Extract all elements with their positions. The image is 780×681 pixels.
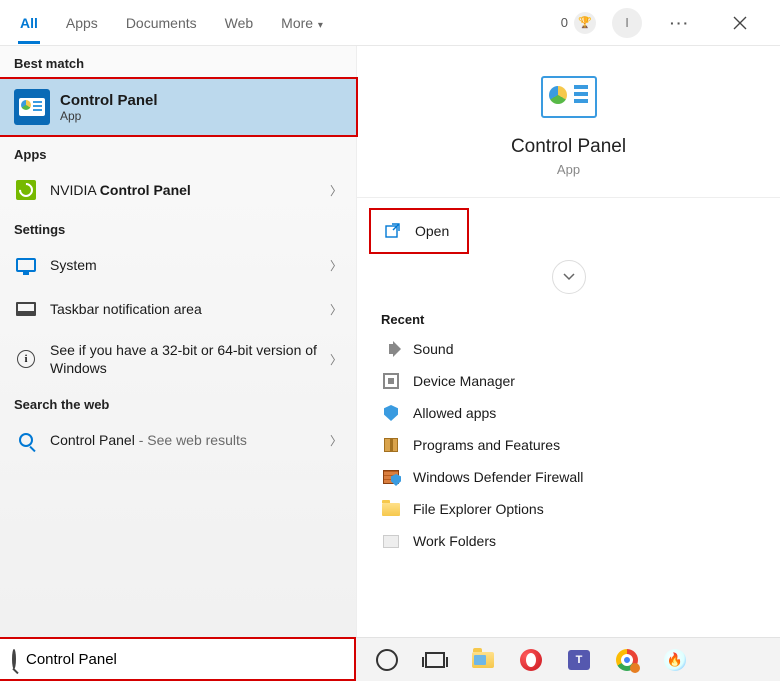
taskbar-icon [14, 297, 38, 321]
recent-programs-features[interactable]: Programs and Features [369, 429, 768, 461]
rewards-points[interactable]: 0 🏆 [561, 12, 596, 34]
taskbar-taskview[interactable] [414, 642, 456, 678]
nvidia-icon [14, 178, 38, 202]
chevron-down-icon: ▾ [315, 20, 323, 31]
opera-icon [520, 649, 542, 671]
tab-all[interactable]: All [18, 3, 40, 43]
open-label: Open [415, 223, 449, 239]
best-match-text: Control Panel App [60, 92, 158, 123]
box-icon [381, 435, 401, 455]
recent-item-label: File Explorer Options [413, 501, 544, 517]
recent-list: Sound Device Manager Allowed apps Progra… [357, 333, 780, 557]
recent-sound[interactable]: Sound [369, 333, 768, 365]
taskbar: T [356, 637, 780, 681]
search-icon [12, 651, 16, 667]
preview-header: Control Panel App [357, 66, 780, 198]
taskbar-paint[interactable] [654, 642, 696, 678]
file-explorer-icon [472, 652, 494, 668]
monitor-icon [14, 253, 38, 277]
control-panel-icon [14, 89, 50, 125]
app-nvidia-control-panel[interactable]: NVIDIA Control Panel 〉 [0, 168, 356, 212]
taskview-icon [425, 652, 445, 668]
search-window: All Apps Documents Web More ▾ 0 🏆 I ··· … [0, 0, 780, 681]
chevron-right-icon: 〉 [330, 432, 342, 449]
recent-item-label: Work Folders [413, 533, 496, 549]
recent-item-label: Windows Defender Firewall [413, 469, 583, 485]
recent-allowed-apps[interactable]: Allowed apps [369, 397, 768, 429]
tab-more[interactable]: More ▾ [279, 3, 325, 43]
folder-icon [381, 499, 401, 519]
best-match-label: Best match [0, 46, 356, 77]
more-options-icon[interactable]: ··· [658, 1, 702, 45]
chip-icon [381, 371, 401, 391]
search-icon [14, 428, 38, 452]
apps-label: Apps [0, 137, 356, 168]
preview-pane: Control Panel App Open Recent Sound Devi… [356, 46, 780, 681]
taskbar-opera[interactable] [510, 642, 552, 678]
taskbar-chrome[interactable] [606, 642, 648, 678]
folder-icon [381, 531, 401, 551]
recent-defender-firewall[interactable]: Windows Defender Firewall [369, 461, 768, 493]
best-match-result[interactable]: Control Panel App [0, 77, 358, 137]
header-bar: All Apps Documents Web More ▾ 0 🏆 I ··· [0, 0, 780, 46]
recent-item-label: Programs and Features [413, 437, 560, 453]
best-match-subtitle: App [60, 109, 158, 123]
header-right: 0 🏆 I ··· [561, 1, 762, 45]
recent-file-explorer-options[interactable]: File Explorer Options [369, 493, 768, 525]
preview-title: Control Panel [511, 136, 626, 158]
setting-label: Taskbar notification area [50, 301, 322, 317]
results-pane: Best match Control Panel App Apps NVIDIA… [0, 46, 356, 681]
user-avatar[interactable]: I [612, 8, 642, 38]
settings-label: Settings [0, 212, 356, 243]
paint-icon [664, 649, 686, 671]
search-input[interactable] [26, 651, 342, 668]
body: Best match Control Panel App Apps NVIDIA… [0, 46, 780, 681]
recent-label: Recent [357, 300, 780, 333]
speaker-icon [381, 339, 401, 359]
chevron-right-icon: 〉 [330, 257, 342, 274]
recent-item-label: Device Manager [413, 373, 515, 389]
setting-label: System [50, 257, 322, 273]
trophy-icon: 🏆 [574, 12, 596, 34]
chevron-right-icon: 〉 [330, 182, 342, 199]
search-bar[interactable] [0, 637, 356, 681]
taskbar-explorer[interactable] [462, 642, 504, 678]
control-panel-icon [541, 76, 597, 118]
info-icon: i [14, 347, 38, 371]
filter-tabs: All Apps Documents Web More ▾ [18, 3, 325, 43]
search-web-label: Search the web [0, 387, 356, 418]
best-match-title: Control Panel [60, 92, 158, 109]
chevron-right-icon: 〉 [330, 351, 342, 368]
recent-work-folders[interactable]: Work Folders [369, 525, 768, 557]
web-search-control-panel[interactable]: Control Panel - See web results 〉 [0, 418, 356, 462]
recent-device-manager[interactable]: Device Manager [369, 365, 768, 397]
chevron-right-icon: 〉 [330, 301, 342, 318]
app-label: NVIDIA Control Panel [50, 182, 322, 198]
close-icon[interactable] [718, 1, 762, 45]
setting-32-64-bit[interactable]: i See if you have a 32-bit or 64-bit ver… [0, 331, 356, 387]
taskbar-cortana[interactable] [366, 642, 408, 678]
setting-taskbar-notification[interactable]: Taskbar notification area 〉 [0, 287, 356, 331]
tab-documents[interactable]: Documents [124, 3, 199, 43]
chevron-down-icon[interactable] [552, 260, 586, 294]
setting-system[interactable]: System 〉 [0, 243, 356, 287]
shield-icon [381, 403, 401, 423]
firewall-icon [381, 467, 401, 487]
points-value: 0 [561, 15, 568, 30]
chrome-icon [616, 649, 638, 671]
tab-web[interactable]: Web [223, 3, 256, 43]
expand-actions [357, 254, 780, 300]
web-label: Control Panel - See web results [50, 432, 322, 448]
open-icon [381, 219, 405, 243]
teams-icon: T [568, 650, 590, 670]
preview-subtitle: App [557, 162, 580, 177]
cortana-icon [376, 649, 398, 671]
setting-label: See if you have a 32-bit or 64-bit versi… [50, 341, 322, 377]
recent-item-label: Sound [413, 341, 453, 357]
taskbar-teams[interactable]: T [558, 642, 600, 678]
recent-item-label: Allowed apps [413, 405, 496, 421]
tab-apps[interactable]: Apps [64, 3, 100, 43]
open-action[interactable]: Open [369, 208, 469, 254]
